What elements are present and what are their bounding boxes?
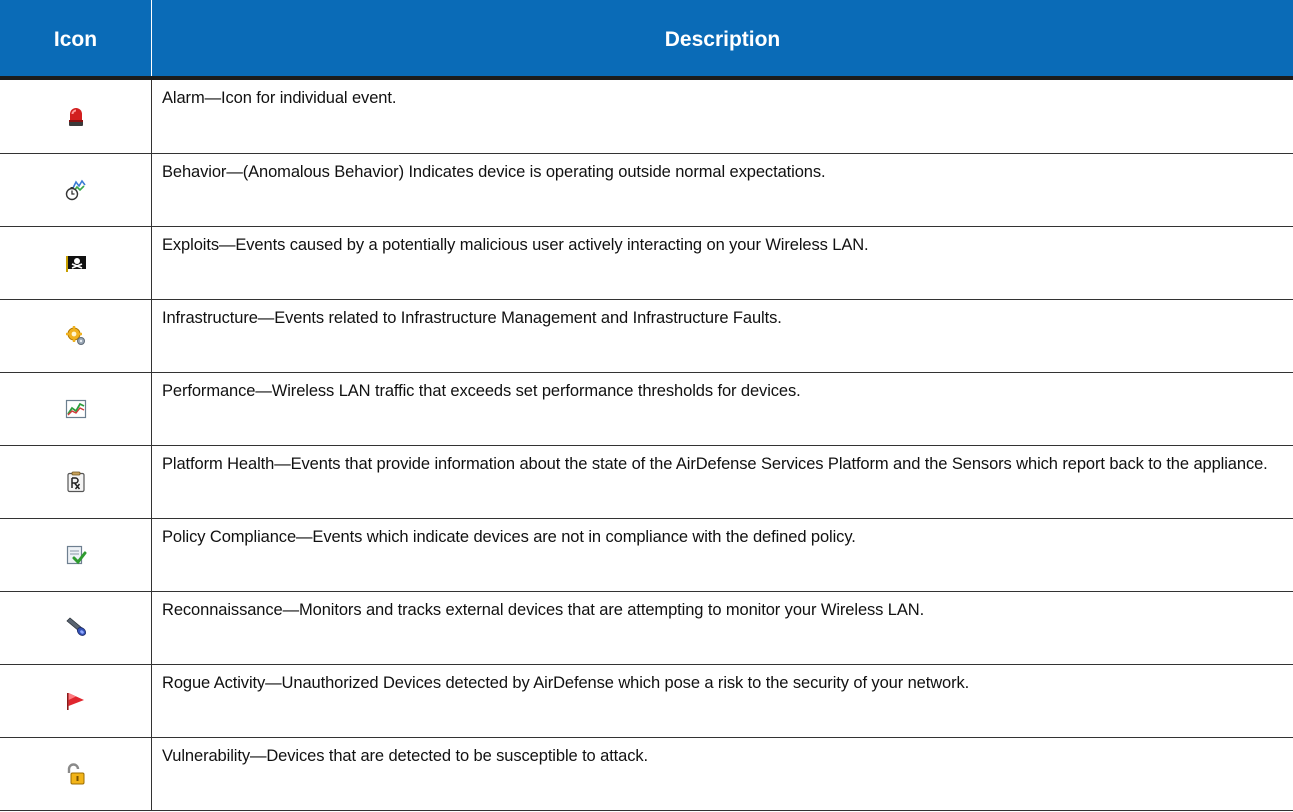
description-cell: Platform Health—Events that provide info…	[162, 455, 1268, 473]
icon-column-header-label: Icon	[53, 27, 98, 51]
table-row: Alarm—Icon for individual event.	[0, 80, 1293, 153]
table-row: Infrastructure—Events related to Infrast…	[0, 299, 1293, 372]
description-cell: Behavior—(Anomalous Behavior) Indicates …	[162, 163, 826, 181]
rogue-activity-icon	[66, 693, 84, 710]
platform-health-icon	[66, 471, 85, 493]
table-row: Performance—Wireless LAN traffic that ex…	[0, 372, 1293, 445]
table-row: Policy Compliance—Events which indicate …	[0, 518, 1293, 591]
table-header: Icon Description	[0, 0, 1293, 80]
behavior-icon	[65, 179, 86, 201]
vulnerability-icon	[67, 763, 84, 785]
table-row: Reconnaissance—Monitors and tracks exter…	[0, 591, 1293, 664]
description-cell: Infrastructure—Events related to Infrast…	[162, 309, 782, 327]
table-row: Exploits—Events caused by a potentially …	[0, 226, 1293, 299]
description-cell: Policy Compliance—Events which indicate …	[162, 528, 856, 546]
event-category-table: Icon Description Alarm—Icon for individu…	[0, 0, 1293, 811]
description-cell: Performance—Wireless LAN traffic that ex…	[162, 382, 801, 400]
description-cell: Vulnerability—Devices that are detected …	[162, 747, 649, 765]
infrastructure-icon	[65, 326, 85, 345]
description-cell: Rogue Activity—Unauthorized Devices dete…	[162, 674, 970, 692]
performance-icon	[65, 399, 86, 419]
icon-column-header: Icon	[0, 0, 152, 76]
table-row: Platform Health—Events that provide info…	[0, 445, 1293, 518]
description-cell: Exploits—Events caused by a potentially …	[162, 236, 869, 254]
description-cell: Reconnaissance—Monitors and tracks exter…	[162, 601, 925, 619]
policy-compliance-icon	[66, 545, 86, 565]
reconnaissance-icon	[65, 617, 86, 636]
table-row: Vulnerability—Devices that are detected …	[0, 737, 1293, 810]
description-cell: Alarm—Icon for individual event.	[162, 89, 397, 107]
exploits-icon	[65, 256, 86, 272]
table-row: Rogue Activity—Unauthorized Devices dete…	[0, 664, 1293, 737]
alarm-icon	[68, 107, 83, 126]
table-row: Behavior—(Anomalous Behavior) Indicates …	[0, 153, 1293, 226]
description-column-header-label: Description	[664, 27, 781, 51]
description-column-header: Description	[152, 0, 1293, 76]
